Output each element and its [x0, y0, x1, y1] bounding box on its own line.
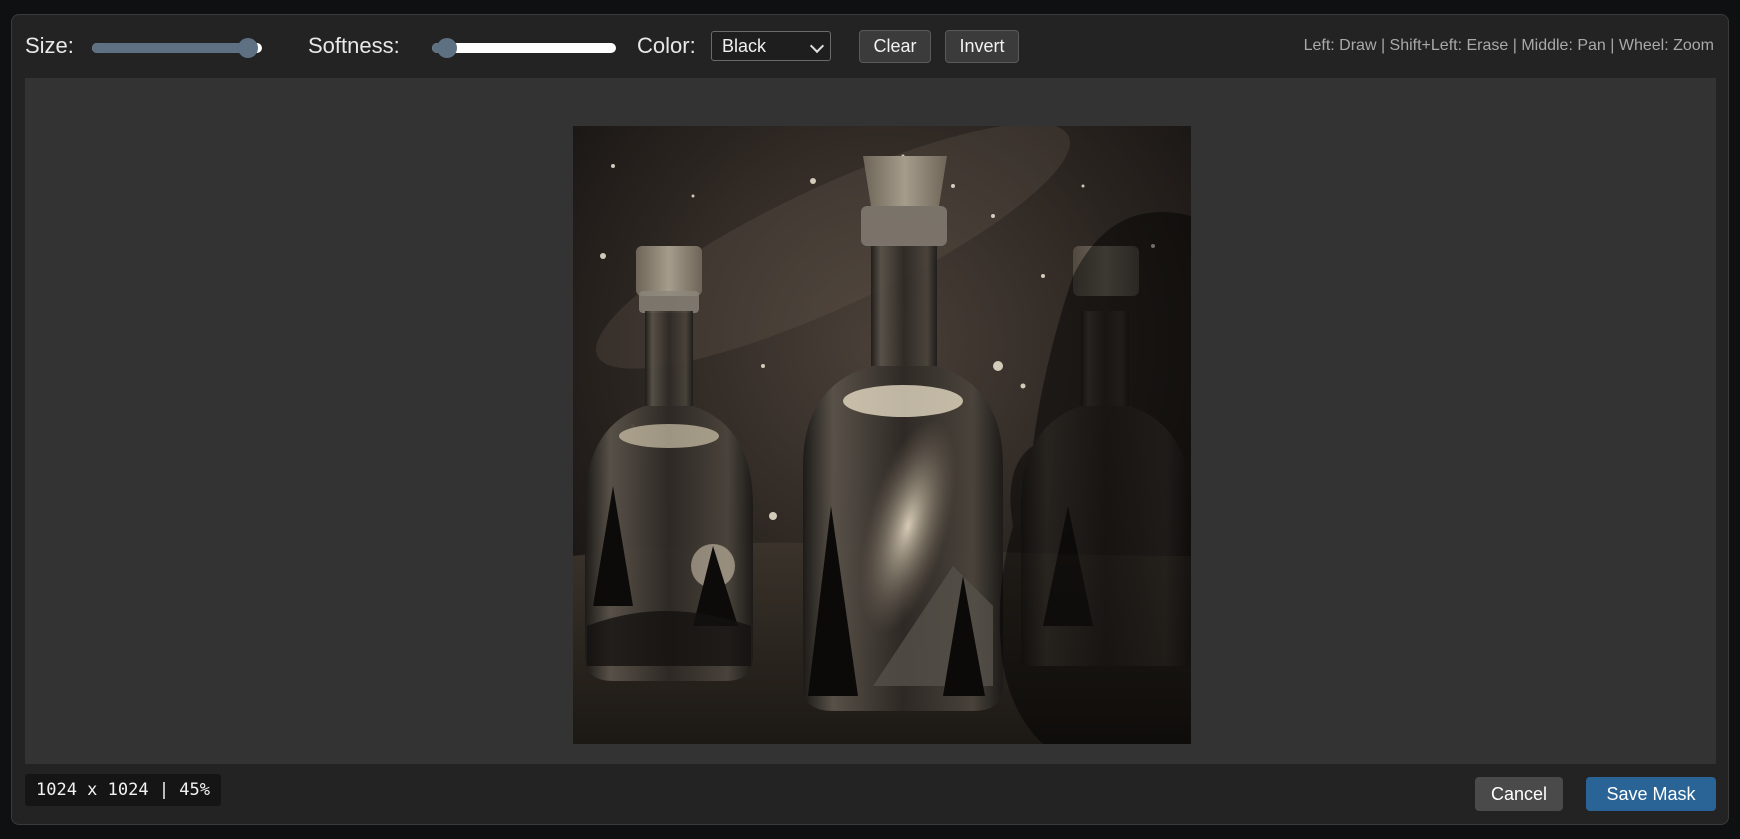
- status-readout: 1024 x 1024 | 45%: [25, 774, 221, 806]
- softness-label: Softness:: [308, 33, 400, 58]
- cancel-button[interactable]: Cancel: [1475, 777, 1563, 811]
- toolbar: Size: Softness: Color: Black Clear Inver…: [12, 15, 1728, 77]
- size-label: Size:: [25, 33, 74, 58]
- source-image[interactable]: [573, 126, 1191, 744]
- softness-slider-thumb[interactable]: [436, 38, 457, 58]
- chevron-down-icon: [809, 38, 825, 54]
- clear-button[interactable]: Clear: [859, 30, 931, 63]
- save-mask-button[interactable]: Save Mask: [1586, 777, 1716, 811]
- bottles-image: [573, 126, 1191, 744]
- color-select-value: Black: [722, 36, 767, 56]
- size-slider[interactable]: [92, 38, 262, 58]
- size-slider-fill: [92, 43, 249, 53]
- invert-button[interactable]: Invert: [945, 30, 1019, 63]
- mask-editor-dialog: Size: Softness: Color: Black Clear Inver…: [11, 14, 1729, 825]
- color-select[interactable]: Black: [711, 31, 831, 61]
- size-slider-thumb[interactable]: [238, 38, 259, 58]
- mask-canvas[interactable]: [25, 78, 1716, 764]
- color-label: Color:: [637, 33, 696, 58]
- softness-slider[interactable]: [432, 38, 616, 58]
- controls-hint: Left: Draw | Shift+Left: Erase | Middle:…: [1303, 37, 1714, 54]
